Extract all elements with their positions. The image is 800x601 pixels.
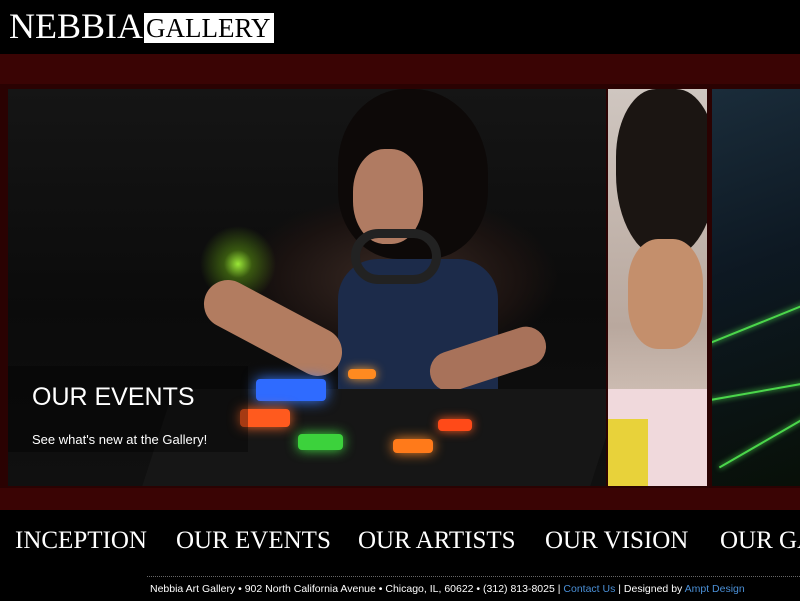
main-nav: INCEPTION OUR EVENTS OUR ARTISTS OUR VIS… bbox=[0, 510, 800, 574]
slide-thumb-portrait[interactable] bbox=[608, 89, 707, 486]
slide-caption-subtitle: See what's new at the Gallery! bbox=[32, 432, 208, 447]
photo-hair bbox=[616, 89, 707, 259]
nav-item-our-gallery[interactable]: OUR GALLERY bbox=[720, 527, 800, 555]
nav-item-our-events[interactable]: OUR EVENTS bbox=[176, 527, 331, 555]
slide-thumb-lasers[interactable] bbox=[712, 89, 800, 486]
photo-headphones bbox=[351, 229, 441, 284]
photo-light bbox=[438, 419, 472, 431]
site-header: NEBBIA GALLERY bbox=[0, 0, 800, 54]
site-logo[interactable]: NEBBIA GALLERY bbox=[9, 6, 274, 44]
contact-us-link[interactable]: Contact Us bbox=[563, 583, 615, 595]
photo-laser bbox=[712, 294, 800, 346]
footer-text: Nebbia Art Gallery • 902 North Californi… bbox=[150, 583, 745, 595]
ampt-design-link[interactable]: Ampt Design bbox=[685, 583, 745, 595]
slide-main-dj-photo[interactable]: OUR EVENTS See what's new at the Gallery… bbox=[8, 89, 606, 486]
footer-designed-by: | Designed by bbox=[618, 583, 683, 595]
nav-item-inception[interactable]: INCEPTION bbox=[15, 527, 147, 555]
photo-laser bbox=[712, 377, 800, 403]
site-footer: Nebbia Art Gallery • 902 North Californi… bbox=[147, 576, 800, 601]
nav-item-our-artists[interactable]: OUR ARTISTS bbox=[358, 527, 516, 555]
photo-laser bbox=[718, 411, 800, 469]
photo-face bbox=[628, 239, 703, 349]
logo-text-gallery: GALLERY bbox=[144, 13, 274, 43]
photo-shirt-accent bbox=[608, 419, 648, 486]
photo-light bbox=[298, 434, 343, 450]
image-slider: OUR EVENTS See what's new at the Gallery… bbox=[4, 86, 800, 488]
slide-caption-title[interactable]: OUR EVENTS bbox=[32, 383, 195, 412]
logo-text-nebbia: NEBBIA bbox=[9, 6, 143, 46]
photo-light bbox=[256, 379, 326, 401]
photo-light bbox=[393, 439, 433, 453]
photo-light bbox=[348, 369, 376, 379]
footer-address: Nebbia Art Gallery • 902 North Californi… bbox=[150, 583, 561, 595]
nav-item-our-vision[interactable]: OUR VISION bbox=[545, 527, 688, 555]
